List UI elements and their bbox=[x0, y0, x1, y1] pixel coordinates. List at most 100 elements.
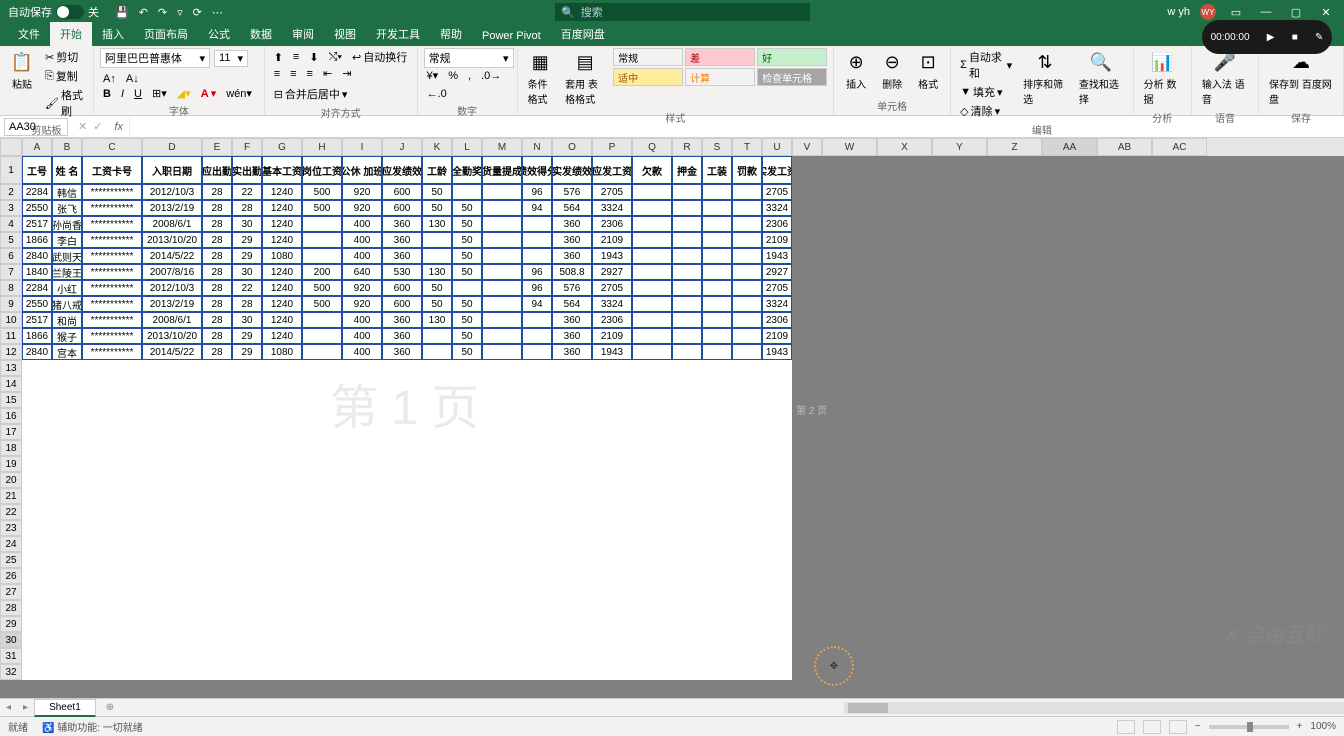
cell[interactable] bbox=[932, 184, 987, 200]
fill-button[interactable]: ▼填充▾ bbox=[957, 83, 1015, 101]
table-header-cell[interactable]: 应发绩效 bbox=[382, 156, 422, 184]
cell[interactable] bbox=[632, 488, 672, 504]
cell[interactable] bbox=[877, 408, 932, 424]
cell[interactable]: 30 bbox=[232, 216, 262, 232]
cell[interactable]: 400 bbox=[342, 344, 382, 360]
cell[interactable] bbox=[1152, 360, 1207, 376]
find-select-button[interactable]: 🔍查找和选择 bbox=[1075, 48, 1127, 120]
cell[interactable] bbox=[452, 488, 482, 504]
cell[interactable] bbox=[302, 456, 342, 472]
cell[interactable] bbox=[732, 296, 762, 312]
cell[interactable] bbox=[592, 504, 632, 520]
cell[interactable] bbox=[522, 216, 552, 232]
cell[interactable] bbox=[792, 520, 822, 536]
cell[interactable] bbox=[672, 488, 702, 504]
cell[interactable] bbox=[82, 632, 142, 648]
cell[interactable] bbox=[342, 648, 382, 664]
cell[interactable] bbox=[632, 664, 672, 680]
cell[interactable] bbox=[792, 216, 822, 232]
cell[interactable]: *********** bbox=[82, 216, 142, 232]
cell[interactable] bbox=[482, 248, 522, 264]
cell[interactable] bbox=[22, 616, 52, 632]
cell[interactable]: *********** bbox=[82, 264, 142, 280]
cell[interactable] bbox=[202, 632, 232, 648]
cell[interactable] bbox=[932, 392, 987, 408]
row-header[interactable]: 15 bbox=[0, 392, 22, 408]
cell[interactable] bbox=[232, 408, 262, 424]
cell[interactable] bbox=[822, 200, 877, 216]
cell[interactable] bbox=[672, 520, 702, 536]
cell[interactable] bbox=[877, 328, 932, 344]
cell[interactable] bbox=[22, 552, 52, 568]
cell[interactable] bbox=[702, 248, 732, 264]
align-left-icon[interactable]: ≡ bbox=[271, 67, 283, 81]
spreadsheet-grid[interactable]: 第 1 页 第 2 页 ABCDEFGHIJKLMNOPQRSTUVWXYZAA… bbox=[0, 138, 1344, 698]
cell[interactable] bbox=[52, 632, 82, 648]
cell[interactable] bbox=[482, 440, 522, 456]
table-header-cell[interactable]: 实出勤 bbox=[232, 156, 262, 184]
cell[interactable] bbox=[1152, 280, 1207, 296]
cell[interactable] bbox=[262, 648, 302, 664]
wrap-text-button[interactable]: ↩自动换行 bbox=[349, 48, 410, 66]
cell[interactable] bbox=[632, 552, 672, 568]
cell[interactable] bbox=[632, 376, 672, 392]
cell[interactable] bbox=[52, 616, 82, 632]
cell[interactable] bbox=[1097, 312, 1152, 328]
cell[interactable] bbox=[1152, 600, 1207, 616]
redo-icon[interactable]: ↷ bbox=[158, 6, 167, 19]
cell[interactable] bbox=[82, 584, 142, 600]
cell[interactable] bbox=[232, 520, 262, 536]
cell[interactable] bbox=[1152, 440, 1207, 456]
cell[interactable] bbox=[1097, 584, 1152, 600]
cell[interactable] bbox=[987, 632, 1042, 648]
cell[interactable] bbox=[632, 648, 672, 664]
cell[interactable] bbox=[702, 616, 732, 632]
table-header-cell[interactable]: 工资卡号 bbox=[82, 156, 142, 184]
cell[interactable] bbox=[452, 584, 482, 600]
cell[interactable] bbox=[877, 392, 932, 408]
cell[interactable] bbox=[522, 552, 552, 568]
percent-icon[interactable]: % bbox=[445, 69, 461, 83]
cell[interactable] bbox=[932, 456, 987, 472]
cell[interactable] bbox=[522, 648, 552, 664]
cell[interactable] bbox=[202, 424, 232, 440]
cell[interactable] bbox=[422, 456, 452, 472]
cell[interactable] bbox=[1097, 616, 1152, 632]
cell[interactable] bbox=[632, 568, 672, 584]
search-box[interactable]: 🔍 搜索 bbox=[555, 3, 810, 21]
table-header-cell[interactable]: 实发工资 bbox=[762, 156, 792, 184]
cell[interactable] bbox=[1097, 520, 1152, 536]
row-header[interactable]: 18 bbox=[0, 440, 22, 456]
cell[interactable] bbox=[877, 344, 932, 360]
cell[interactable] bbox=[202, 664, 232, 680]
ribbon-tab-帮助[interactable]: 帮助 bbox=[430, 22, 472, 46]
cell[interactable] bbox=[792, 600, 822, 616]
cell[interactable] bbox=[142, 568, 202, 584]
cell[interactable] bbox=[632, 504, 672, 520]
cell[interactable] bbox=[822, 232, 877, 248]
cell[interactable] bbox=[672, 248, 702, 264]
cell[interactable] bbox=[262, 424, 302, 440]
cell[interactable]: 1240 bbox=[262, 264, 302, 280]
cell[interactable] bbox=[702, 440, 732, 456]
cell[interactable] bbox=[142, 440, 202, 456]
cell[interactable] bbox=[702, 344, 732, 360]
cell[interactable]: 2012/10/3 bbox=[142, 280, 202, 296]
cell[interactable] bbox=[452, 456, 482, 472]
cell[interactable] bbox=[232, 536, 262, 552]
cell[interactable] bbox=[1152, 584, 1207, 600]
row-header[interactable]: 2 bbox=[0, 184, 22, 200]
cell[interactable]: 2013/2/19 bbox=[142, 200, 202, 216]
table-header-cell[interactable]: 罚款 bbox=[732, 156, 762, 184]
refresh-icon[interactable]: ⟳ bbox=[193, 6, 202, 19]
cell[interactable] bbox=[22, 472, 52, 488]
cell[interactable] bbox=[302, 488, 342, 504]
cell[interactable] bbox=[1152, 248, 1207, 264]
cell[interactable] bbox=[732, 200, 762, 216]
cell[interactable] bbox=[22, 504, 52, 520]
cell[interactable] bbox=[202, 440, 232, 456]
cell[interactable] bbox=[672, 360, 702, 376]
cell[interactable] bbox=[1042, 568, 1097, 584]
cell[interactable]: *********** bbox=[82, 232, 142, 248]
cell[interactable] bbox=[82, 648, 142, 664]
